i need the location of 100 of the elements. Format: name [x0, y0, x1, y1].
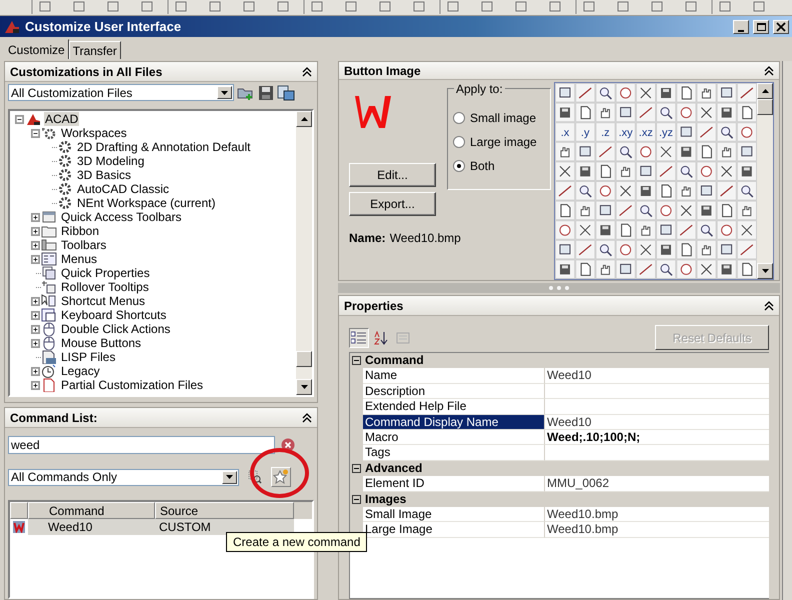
- filter-dropdown[interactable]: All Commands Only: [8, 468, 239, 486]
- collapse-icon[interactable]: [764, 66, 774, 76]
- value-cell[interactable]: Weed10: [545, 368, 769, 384]
- scrollbar[interactable]: [757, 83, 773, 279]
- windows-icon[interactable]: [277, 84, 295, 100]
- value-cell[interactable]: MMU_0062: [545, 476, 769, 492]
- tree-item[interactable]: AutoCAD Classic: [76, 182, 170, 196]
- collapse-toggle[interactable]: [352, 464, 361, 473]
- property-name[interactable]: Name: [363, 368, 545, 384]
- tree-item[interactable]: NEnt Workspace (current): [76, 196, 216, 210]
- property-name[interactable]: Command Display Name: [363, 414, 545, 430]
- w-shape-icon: [13, 521, 25, 533]
- expand-toggle[interactable]: [31, 324, 40, 334]
- tree-item[interactable]: Quick Properties: [60, 266, 151, 280]
- splitter-handle-icon[interactable]: [548, 286, 570, 290]
- tree-item[interactable]: Mouse Buttons: [60, 336, 142, 350]
- clear-icon[interactable]: [281, 438, 295, 452]
- expand-toggle[interactable]: [31, 366, 40, 376]
- window-icon: [41, 210, 57, 224]
- property-value[interactable]: MMU_0062: [547, 476, 610, 490]
- scroll-down-icon[interactable]: [300, 385, 308, 389]
- column-header[interactable]: Command: [28, 502, 155, 519]
- tree-item[interactable]: Keyboard Shortcuts: [60, 308, 168, 322]
- pointer-icon: [41, 294, 57, 308]
- file-name: Weed10.bmp: [390, 231, 461, 245]
- scroll-down-icon[interactable]: [762, 269, 768, 273]
- highlight-circle: [250, 448, 309, 498]
- category-label: Advanced: [364, 460, 422, 476]
- tree-item[interactable]: Shortcut Menus: [60, 294, 146, 308]
- tree-item[interactable]: Menus: [60, 252, 98, 266]
- file-icon: [41, 350, 57, 364]
- property-value[interactable]: Weed10.bmp: [547, 522, 618, 536]
- collapse-toggle[interactable]: [31, 128, 40, 138]
- collapse-icon[interactable]: [302, 412, 312, 422]
- property-name[interactable]: Tags: [363, 445, 545, 461]
- value-cell[interactable]: Weed10: [545, 414, 769, 430]
- value-cell[interactable]: Weed;.10;100;N;: [545, 430, 769, 446]
- tree-item[interactable]: Toolbars: [60, 238, 108, 252]
- expand-toggle[interactable]: [31, 380, 40, 390]
- category-label: Images: [364, 492, 406, 507]
- scroll-thumb[interactable]: [296, 351, 312, 367]
- property-value[interactable]: Weed;.10;100;N;: [547, 430, 640, 444]
- tree-item[interactable]: 3D Basics: [76, 168, 132, 182]
- property-name[interactable]: Element ID: [363, 476, 545, 492]
- tab[interactable]: Transfer: [68, 41, 121, 59]
- property-value[interactable]: Weed10.bmp: [547, 506, 618, 521]
- menu-icon: [41, 252, 57, 266]
- radio-option[interactable]: Small image: [453, 111, 550, 125]
- value-cell[interactable]: Weed10.bmp: [545, 522, 769, 538]
- table-cell[interactable]: CUSTOM: [155, 519, 294, 535]
- tree-item[interactable]: LISP Files: [60, 350, 116, 364]
- value-cell[interactable]: [545, 445, 769, 461]
- column-header[interactable]: [10, 502, 28, 519]
- radio-option[interactable]: Both: [453, 159, 550, 173]
- mouse-icon: [41, 336, 57, 350]
- expand-toggle[interactable]: [31, 240, 40, 250]
- property-value[interactable]: Weed10: [547, 414, 592, 429]
- expand-toggle[interactable]: [31, 310, 40, 320]
- expand-toggle[interactable]: [31, 254, 40, 264]
- property-name[interactable]: Description: [363, 384, 545, 400]
- scroll-up-icon[interactable]: [300, 117, 308, 121]
- expand-toggle[interactable]: [31, 226, 40, 236]
- table-cell[interactable]: Weed10: [28, 519, 155, 535]
- collapse-icon[interactable]: [764, 300, 774, 310]
- property-name[interactable]: Small Image: [363, 506, 545, 522]
- edit-button[interactable]: Edit...: [349, 163, 436, 187]
- property-value[interactable]: Weed10: [547, 368, 592, 382]
- tree-item[interactable]: Ribbon: [60, 224, 100, 238]
- tree-item[interactable]: Workspaces: [60, 126, 128, 140]
- value-cell[interactable]: [545, 384, 769, 400]
- radio-option[interactable]: Large image: [453, 135, 550, 149]
- collapse-toggle[interactable]: [15, 114, 24, 124]
- property-name[interactable]: Macro: [363, 430, 545, 446]
- tree-item[interactable]: Rollover Tooltips: [60, 280, 150, 294]
- tree-item[interactable]: Legacy: [60, 364, 101, 378]
- collapse-icon[interactable]: [302, 66, 312, 76]
- scroll-up-icon[interactable]: [762, 89, 768, 93]
- tree-item[interactable]: Partial Customization Files: [60, 378, 204, 392]
- expand-toggle[interactable]: [31, 338, 40, 348]
- value-cell[interactable]: Weed10.bmp: [545, 506, 769, 522]
- column-header[interactable]: Source: [155, 502, 294, 519]
- tree-item[interactable]: Double Click Actions: [60, 322, 172, 336]
- expand-toggle[interactable]: [31, 296, 40, 306]
- tree-item[interactable]: 2D Drafting & Annotation Default: [76, 140, 252, 154]
- export-button[interactable]: Export...: [349, 192, 436, 216]
- collapse-toggle[interactable]: [352, 494, 361, 504]
- expand-toggle[interactable]: [31, 212, 40, 222]
- search-field[interactable]: weed: [8, 436, 275, 454]
- tree-item[interactable]: Quick Access Toolbars: [60, 210, 182, 224]
- save-icon[interactable]: [258, 84, 274, 100]
- tooltip: Create a new command: [226, 532, 368, 552]
- tree-item[interactable]: ACAD: [44, 112, 80, 126]
- collapse-toggle[interactable]: [352, 356, 361, 366]
- property-name[interactable]: Extended Help File: [363, 399, 545, 415]
- scrollbar[interactable]: [296, 111, 312, 395]
- tree-item[interactable]: 3D Modeling: [76, 154, 146, 168]
- file-dropdown[interactable]: All Customization Files: [8, 84, 234, 101]
- property-name[interactable]: Large Image: [363, 522, 545, 538]
- scroll-thumb[interactable]: [757, 99, 773, 115]
- value-cell[interactable]: [545, 399, 769, 415]
